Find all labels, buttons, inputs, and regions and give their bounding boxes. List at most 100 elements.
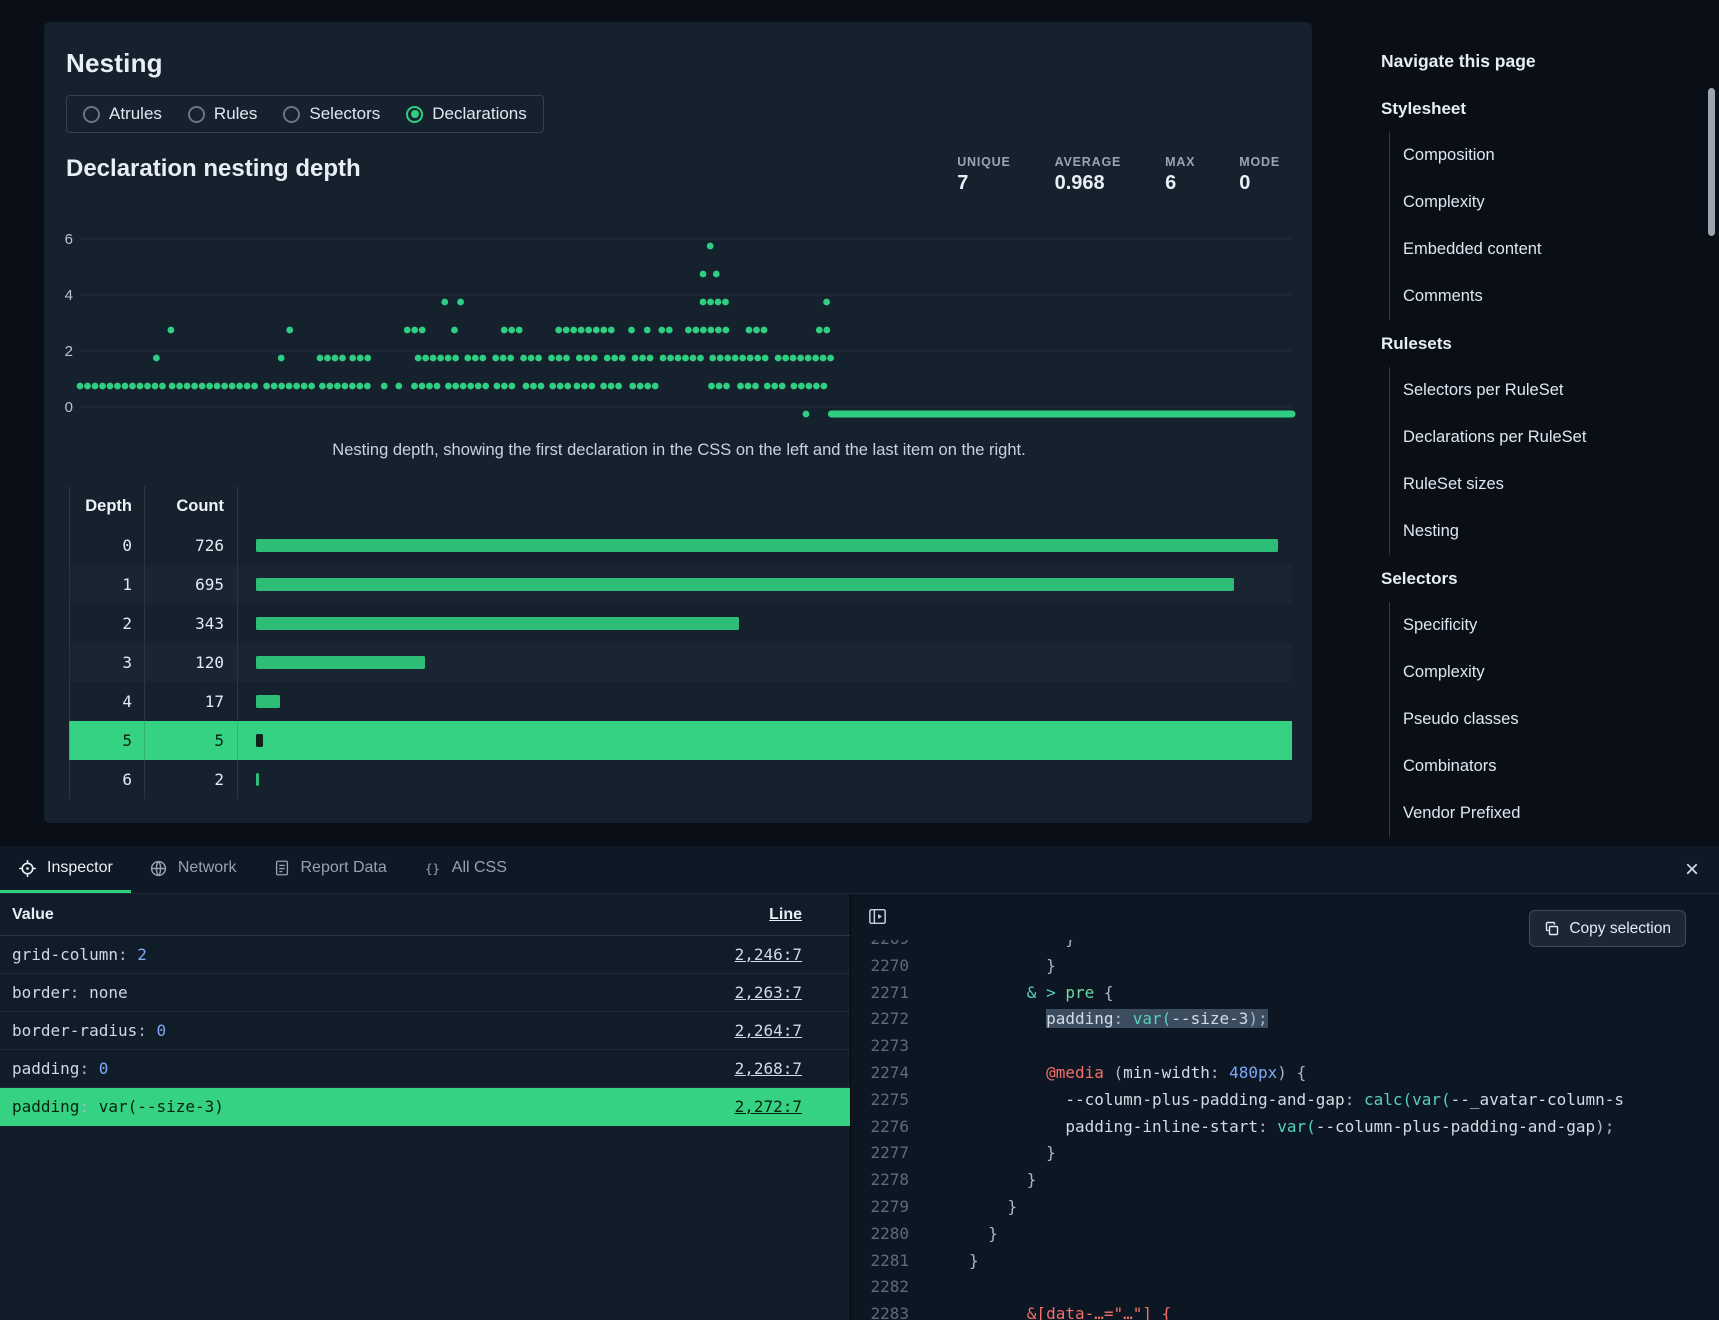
radio-declarations[interactable]: Declarations (406, 104, 527, 124)
inspector-crosshair-icon (18, 859, 37, 878)
page-nav-sections: StylesheetCompositionComplexityEmbedded … (1381, 85, 1671, 837)
depth-table-row-4[interactable]: 417 (69, 682, 1292, 721)
count-bar (256, 773, 259, 786)
radio-rules[interactable]: Rules (188, 104, 257, 124)
line-number: 2278 (851, 1167, 909, 1194)
panel-title: Nesting (66, 48, 1292, 79)
depth-value: 1 (69, 565, 144, 604)
tab-label: Network (178, 859, 237, 877)
value-row[interactable]: border: none2,263:7 (0, 974, 850, 1012)
nav-item-combinators[interactable]: Combinators (1403, 743, 1671, 790)
code-line: 2273 (851, 1033, 1719, 1060)
nav-item-nesting[interactable]: Nesting (1403, 508, 1671, 555)
nav-item-complexity[interactable]: Complexity (1403, 649, 1671, 696)
panel-toggle-icon[interactable] (867, 906, 888, 927)
nav-item-embedded-content[interactable]: Embedded content (1403, 226, 1671, 273)
line-link[interactable]: 2,263:7 (735, 983, 802, 1002)
depth-table-row-1[interactable]: 1695 (69, 565, 1292, 604)
radio-atrules[interactable]: Atrules (83, 104, 162, 124)
stat-value: 7 (957, 172, 1010, 195)
col-count: Count (144, 486, 237, 526)
code-line: 2271 & > pre { (851, 980, 1719, 1007)
code-line: 2282 (851, 1274, 1719, 1301)
nav-section-selectors: SelectorsSpecificityComplexityPseudo cla… (1381, 555, 1671, 837)
declaration-text: padding: 0 (12, 1059, 108, 1078)
stat-mode: MODE0 (1239, 155, 1280, 195)
radio-circle-icon (83, 106, 100, 123)
nav-item-pseudo-classes[interactable]: Pseudo classes (1403, 696, 1671, 743)
stat-label: MAX (1165, 155, 1195, 169)
code-line: 2277 } (851, 1140, 1719, 1167)
radio-selectors[interactable]: Selectors (283, 104, 380, 124)
tab-label: Report Data (301, 859, 387, 877)
stat-value: 6 (1165, 172, 1195, 195)
tab-inspector[interactable]: Inspector (0, 846, 131, 893)
chart-title: Declaration nesting depth (66, 155, 361, 183)
value-row[interactable]: padding: 0 2,268:7 (0, 1050, 850, 1088)
depth-table-row-0[interactable]: 0726 (69, 526, 1292, 565)
line-link[interactable]: 2,272:7 (735, 1097, 802, 1116)
code-line: 2281} (851, 1248, 1719, 1275)
tab-label: Inspector (47, 859, 113, 877)
depth-value: 5 (69, 721, 144, 760)
depth-table-row-5[interactable]: 55 (69, 721, 1292, 760)
depth-table-row-3[interactable]: 3120 (69, 643, 1292, 682)
tab-network[interactable]: Network (131, 846, 255, 893)
depth-value: 6 (69, 760, 144, 799)
stat-label: MODE (1239, 155, 1280, 169)
copy-selection-button[interactable]: Copy selection (1529, 910, 1686, 947)
nav-item-comments[interactable]: Comments (1403, 273, 1671, 320)
count-bar (256, 695, 280, 708)
value-row[interactable]: grid-column: 22,246:7 (0, 936, 850, 974)
count-bar (256, 656, 425, 669)
nav-item-specificity[interactable]: Specificity (1403, 602, 1671, 649)
close-icon[interactable]: × (1685, 858, 1699, 882)
value-row[interactable]: border-radius: 02,264:7 (0, 1012, 850, 1050)
declaration-text: padding: var(--size-3) (12, 1097, 224, 1116)
code-scroll-area[interactable]: 2269 }2270 }2271 & > pre {2272 padding: … (851, 940, 1719, 1320)
count-value: 726 (144, 526, 237, 565)
depth-table-body: 07261695234331204175562 (69, 526, 1292, 799)
tab-all-css[interactable]: {}All CSS (405, 846, 525, 893)
line-link[interactable]: 2,246:7 (735, 945, 802, 964)
nav-section-stylesheet: StylesheetCompositionComplexityEmbedded … (1381, 85, 1671, 320)
depth-table-row-6[interactable]: 62 (69, 760, 1292, 799)
nav-item-complexity[interactable]: Complexity (1403, 179, 1671, 226)
values-pane-header: Value Line (0, 894, 850, 936)
tab-label: All CSS (452, 859, 507, 877)
nav-item-vendor-prefixed[interactable]: Vendor Prefixed (1403, 790, 1671, 837)
page-navigation: Navigate this page StylesheetComposition… (1381, 38, 1671, 837)
line-number: 2279 (851, 1194, 909, 1221)
stat-max: MAX 6 (1165, 155, 1195, 195)
nesting-scatter-chart: 0246 Nesting depth, showing the first de… (66, 213, 1292, 460)
nav-item-ruleset-sizes[interactable]: RuleSet sizes (1403, 461, 1671, 508)
count-value: 120 (144, 643, 237, 682)
line-number: 2282 (851, 1274, 909, 1301)
count-bar (256, 617, 739, 630)
copy-selection-label: Copy selection (1569, 920, 1671, 938)
line-number: 2273 (851, 1033, 909, 1060)
line-number: 2272 (851, 1006, 909, 1033)
line-number: 2280 (851, 1221, 909, 1248)
page-scrollbar[interactable] (1708, 88, 1715, 236)
nav-item-composition[interactable]: Composition (1403, 132, 1671, 179)
devtools-body: Value Line grid-column: 22,246:7border: … (0, 894, 1719, 1320)
stat-unique: UNIQUE7 (957, 155, 1010, 195)
col-bar (237, 486, 1292, 526)
line-number: 2269 (851, 940, 909, 953)
line-link[interactable]: 2,268:7 (735, 1059, 802, 1078)
devtools-tabbar: Inspector Network Report Data {}All CSS × (0, 846, 1719, 894)
depth-table-row-2[interactable]: 2343 (69, 604, 1292, 643)
stat-value: 0.968 (1055, 172, 1122, 195)
copy-icon (1544, 921, 1560, 937)
tab-report-data[interactable]: Report Data (255, 846, 405, 893)
code-line: 2279 } (851, 1194, 1719, 1221)
radio-label: Selectors (309, 104, 380, 124)
nav-item-selectors-per-ruleset[interactable]: Selectors per RuleSet (1403, 367, 1671, 414)
nav-item-declarations-per-ruleset[interactable]: Declarations per RuleSet (1403, 414, 1671, 461)
value-row[interactable]: padding: var(--size-3) 2,272:7 (0, 1088, 850, 1126)
line-link[interactable]: 2,264:7 (735, 1021, 802, 1040)
depth-table: Depth Count 07261695234331204175562 (69, 486, 1292, 799)
values-pane: Value Line grid-column: 22,246:7border: … (0, 894, 850, 1320)
count-bar (256, 539, 1278, 552)
